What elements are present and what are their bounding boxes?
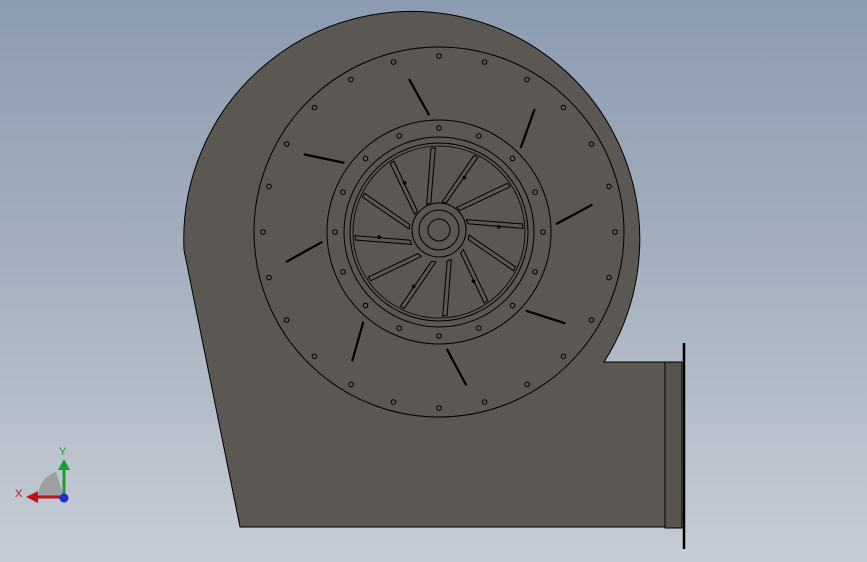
triad-y-label: Y <box>59 446 67 458</box>
hub-bore <box>427 218 451 242</box>
impeller-rivet <box>377 235 382 240</box>
impeller-rivet <box>471 279 476 283</box>
reference-triad[interactable]: X Y <box>15 446 70 503</box>
triad-y-arrow <box>58 459 70 470</box>
triad-x-arrow <box>26 491 38 503</box>
impeller-rivet <box>411 284 416 289</box>
triad-plane-wedge <box>37 472 64 497</box>
graphics-viewport[interactable]: X Y <box>0 0 867 562</box>
impeller-rivet <box>402 181 407 185</box>
model-canvas[interactable]: X Y <box>0 0 867 562</box>
outlet-duct <box>664 361 683 529</box>
triad-x-label: X <box>15 488 23 500</box>
triad-z-axis <box>59 493 69 503</box>
impeller-rivet <box>462 175 467 180</box>
impeller-rivet <box>496 224 501 229</box>
